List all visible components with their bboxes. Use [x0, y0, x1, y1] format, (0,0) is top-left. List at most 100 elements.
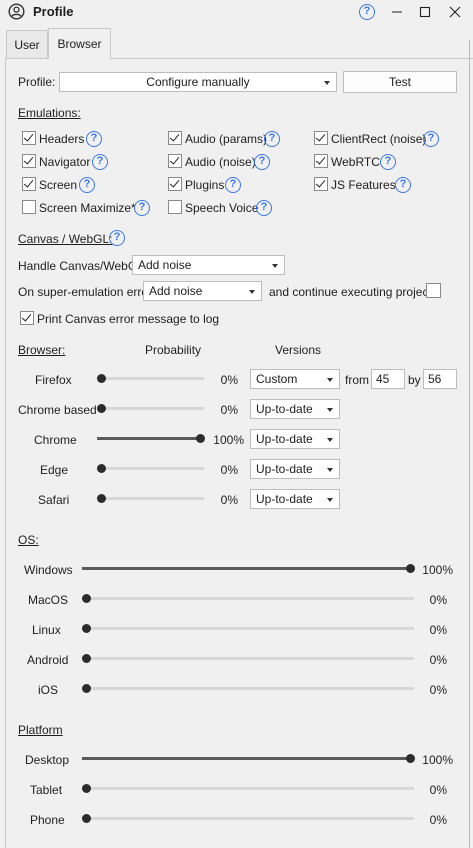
minimize-button[interactable]	[386, 2, 408, 22]
os-android-label: Android	[27, 653, 69, 667]
firefox-version-select[interactable]: Custom	[250, 369, 340, 389]
slider-knob[interactable]	[405, 564, 415, 573]
chrome-based-slider[interactable]	[96, 404, 204, 413]
safari-slider[interactable]	[96, 494, 204, 503]
tab-browser[interactable]: Browser	[48, 28, 111, 59]
slider-knob[interactable]	[195, 434, 205, 443]
android-percent: 0%	[429, 653, 447, 667]
help-icon[interactable]: ?	[264, 131, 280, 147]
help-icon[interactable]: ?	[134, 200, 150, 216]
webrtc-checkbox[interactable]	[314, 154, 328, 168]
firefox-by-input[interactable]: 56	[423, 369, 457, 389]
slider-knob[interactable]	[81, 594, 91, 603]
chrome-based-version-value: Up-to-date	[256, 402, 313, 416]
chevron-down-icon	[327, 378, 333, 382]
edge-version-select[interactable]: Up-to-date	[250, 459, 340, 479]
os-windows-label: Windows	[24, 563, 73, 577]
chevron-down-icon	[272, 264, 278, 268]
help-icon[interactable]: ?	[109, 230, 125, 246]
slider-knob[interactable]	[81, 814, 91, 823]
navigator-checkbox[interactable]	[22, 154, 36, 168]
slider-knob[interactable]	[96, 494, 106, 503]
handle-canvas-select[interactable]: Add noise	[132, 255, 285, 275]
slider-knob[interactable]	[81, 624, 91, 633]
slider-knob[interactable]	[96, 374, 106, 383]
tablet-percent: 0%	[429, 783, 447, 797]
safari-version-value: Up-to-date	[256, 492, 313, 506]
slider-knob[interactable]	[405, 754, 415, 763]
chevron-down-icon	[327, 408, 333, 412]
os-heading: OS:	[18, 533, 39, 547]
help-icon[interactable]: ?	[256, 200, 272, 216]
platform-heading: Platform	[18, 723, 63, 737]
android-slider[interactable]	[81, 654, 414, 663]
plugins-checkbox[interactable]	[168, 177, 182, 191]
help-icon[interactable]: ?	[86, 131, 102, 147]
safari-version-select[interactable]: Up-to-date	[250, 489, 340, 509]
help-icon[interactable]: ?	[395, 177, 411, 193]
screen-maximize-checkbox[interactable]	[22, 200, 36, 214]
slider-knob[interactable]	[96, 404, 106, 413]
phone-slider[interactable]	[81, 814, 414, 823]
chrome-based-version-select[interactable]: Up-to-date	[250, 399, 340, 419]
linux-percent: 0%	[429, 623, 447, 637]
headers-checkbox[interactable]	[22, 131, 36, 145]
chevron-down-icon	[249, 290, 255, 294]
help-icon[interactable]: ?	[380, 154, 396, 170]
super-emulation-error-select[interactable]: Add noise	[143, 281, 262, 301]
browser-firefox-label: Firefox	[35, 373, 72, 387]
macos-slider[interactable]	[81, 594, 414, 603]
tablet-slider[interactable]	[81, 784, 414, 793]
slider-knob[interactable]	[81, 654, 91, 663]
ios-slider[interactable]	[81, 684, 414, 693]
firefox-from-input[interactable]: 45	[371, 369, 405, 389]
desktop-slider[interactable]	[82, 754, 415, 763]
chevron-down-icon	[327, 438, 333, 442]
clientrect-checkbox[interactable]	[314, 131, 328, 145]
help-icon[interactable]: ?	[423, 131, 439, 147]
linux-slider[interactable]	[81, 624, 414, 633]
maximize-button[interactable]	[414, 2, 436, 22]
windows-slider[interactable]	[82, 564, 415, 573]
tab-user[interactable]: User	[6, 30, 48, 58]
slider-knob[interactable]	[81, 784, 91, 793]
screen-checkbox[interactable]	[22, 177, 36, 191]
close-button[interactable]	[444, 2, 466, 22]
window-title: Profile	[33, 4, 74, 19]
print-canvas-error-checkbox[interactable]	[20, 311, 34, 325]
help-icon[interactable]: ?	[254, 154, 270, 170]
profile-select[interactable]: Configure manually	[59, 72, 337, 92]
test-button[interactable]: Test	[343, 71, 457, 93]
audio-noise-label: Audio (noise)	[185, 155, 256, 169]
chrome-version-select[interactable]: Up-to-date	[250, 429, 340, 449]
print-canvas-error-label: Print Canvas error message to log	[37, 312, 220, 326]
slider-knob[interactable]	[81, 684, 91, 693]
headers-label: Headers	[39, 132, 85, 146]
clientrect-label: ClientRect (noise)	[331, 132, 427, 146]
chrome-based-percent: 0%	[220, 403, 238, 417]
speech-voice-checkbox[interactable]	[168, 200, 182, 214]
js-features-checkbox[interactable]	[314, 177, 328, 191]
help-icon[interactable]: ?	[92, 154, 108, 170]
slider-knob[interactable]	[96, 464, 106, 473]
os-linux-label: Linux	[32, 623, 61, 637]
audio-params-checkbox[interactable]	[168, 131, 182, 145]
edge-slider[interactable]	[96, 464, 204, 473]
help-icon[interactable]: ?	[225, 177, 241, 193]
continue-executing-checkbox[interactable]	[426, 283, 441, 298]
os-macos-label: MacOS	[28, 593, 69, 607]
chrome-slider[interactable]	[97, 434, 205, 443]
help-button[interactable]: ?	[356, 2, 378, 22]
firefox-slider[interactable]	[96, 374, 204, 383]
edge-percent: 0%	[220, 463, 238, 477]
tab-user-label: User	[14, 37, 40, 52]
versions-column-header: Versions	[275, 343, 322, 357]
profile-label: Profile:	[18, 75, 56, 89]
plugins-label: Plugins	[185, 178, 225, 192]
audio-noise-checkbox[interactable]	[168, 154, 182, 168]
browser-heading: Browser:	[18, 343, 66, 357]
chevron-down-icon	[327, 468, 333, 472]
platform-desktop-label: Desktop	[25, 753, 70, 767]
help-icon[interactable]: ?	[79, 177, 95, 193]
browser-safari-label: Safari	[38, 493, 70, 507]
